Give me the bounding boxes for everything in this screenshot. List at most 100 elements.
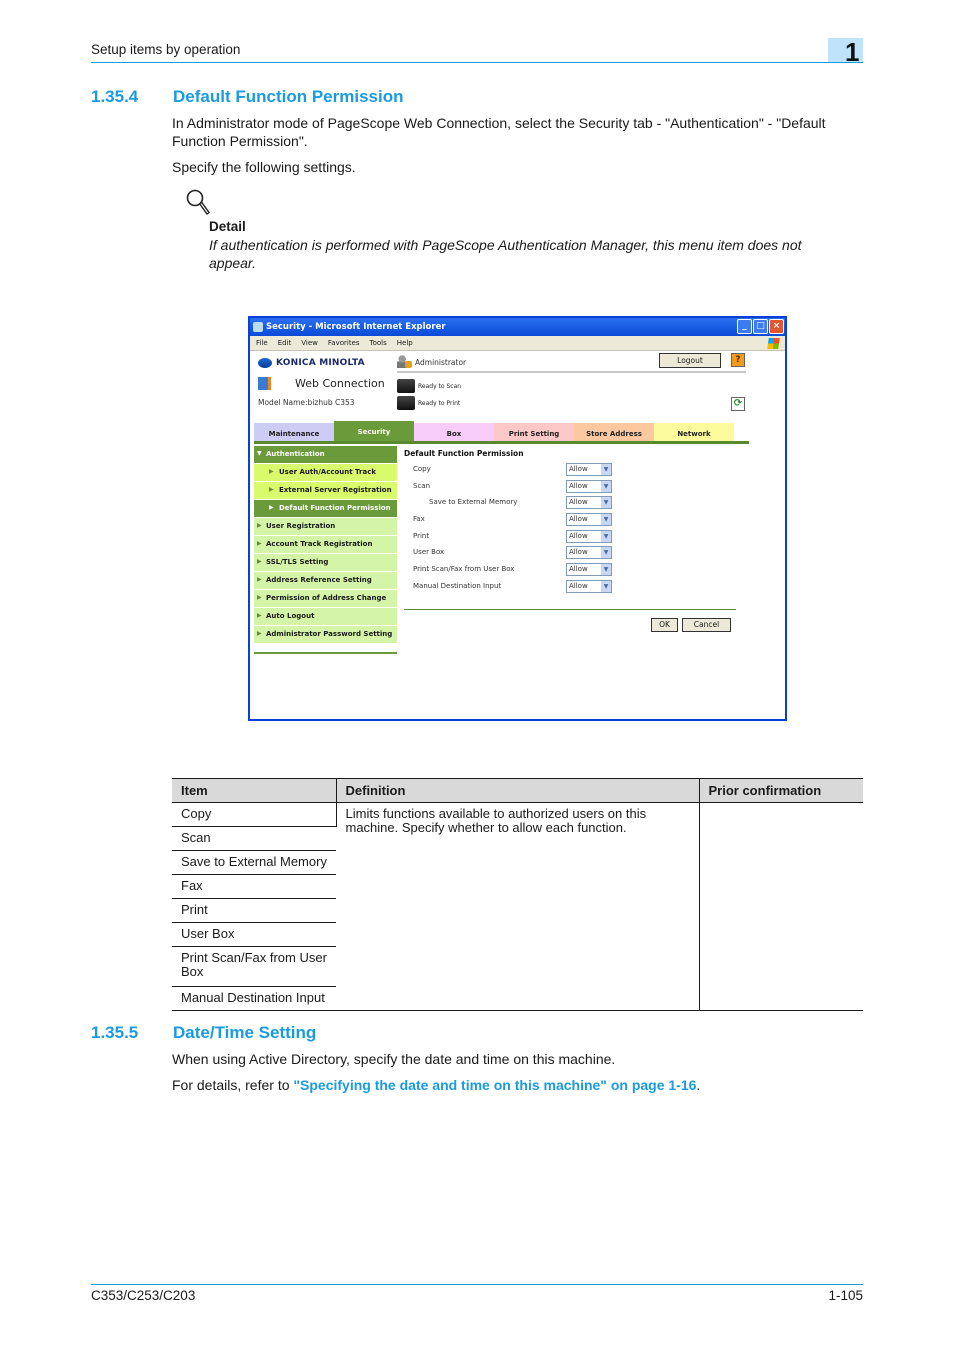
sidebar-item-account-track-registration[interactable]: ▶ Account Track Registration xyxy=(254,536,397,554)
section-number: 1.35.4 xyxy=(91,87,139,106)
print-status-text: Ready to Print xyxy=(418,399,461,407)
permission-row-fax: Fax Allow ▼ xyxy=(404,512,739,529)
save-to-external-memory-permission-select[interactable]: Allow ▼ xyxy=(566,496,612,510)
select-value: Allow xyxy=(569,581,588,590)
scan-status: Ready to Scan xyxy=(397,379,461,393)
tab-store-address[interactable]: Store Address xyxy=(574,423,654,443)
permission-row-print-scan-fax-from-user-box: Print Scan/Fax from User Box Allow ▼ xyxy=(404,562,739,579)
triangle-right-icon: ▶ xyxy=(269,504,274,511)
item-cell: Fax xyxy=(172,874,336,899)
tab-print-setting[interactable]: Print Setting xyxy=(494,423,574,443)
menu-tools[interactable]: Tools xyxy=(370,339,387,347)
sidebar-item-label: SSL/TLS Setting xyxy=(266,558,329,566)
item-cell: User Box xyxy=(172,922,336,947)
reference-prefix: For details, refer to xyxy=(172,1077,294,1093)
window-title: Security - Microsoft Internet Explorer xyxy=(266,322,446,332)
copy-permission-select[interactable]: Allow ▼ xyxy=(566,463,612,476)
sidebar-item-label: User Auth/Account Track xyxy=(279,468,377,476)
triangle-right-icon: ▶ xyxy=(257,612,262,619)
tab-network[interactable]: Network xyxy=(654,423,734,443)
sidebar-item-external-server-registration[interactable]: ▶ External Server Registration xyxy=(254,482,397,500)
reference-paragraph: For details, refer to "Specifying the da… xyxy=(172,1076,862,1094)
sidebar-item-ssl-tls-setting[interactable]: ▶ SSL/TLS Setting xyxy=(254,554,397,572)
sidebar-item-auto-logout[interactable]: ▶ Auto Logout xyxy=(254,608,397,626)
administrator-icon xyxy=(397,354,412,368)
printer-icon xyxy=(397,396,415,410)
user-box-permission-select[interactable]: Allow ▼ xyxy=(566,546,612,560)
scan-permission-select[interactable]: Allow ▼ xyxy=(566,479,612,493)
triangle-right-icon: ▶ xyxy=(257,576,262,583)
logout-button[interactable]: Logout xyxy=(659,353,721,368)
reference-suffix: . xyxy=(696,1077,701,1093)
permission-label: Print xyxy=(413,531,430,540)
sidebar-item-label: Authentication xyxy=(266,450,325,458)
sidebar-item-label: Address Reference Setting xyxy=(266,576,372,584)
menu-file[interactable]: File xyxy=(256,339,268,347)
running-header-title: Setup items by operation xyxy=(91,42,241,57)
administrator-label: Administrator xyxy=(415,358,467,367)
footer-model: C353/C253/C203 xyxy=(91,1288,196,1303)
menu-help[interactable]: Help xyxy=(397,339,413,347)
reference-link[interactable]: "Specifying the date and time on this ma… xyxy=(293,1077,696,1093)
tab-label: Print Setting xyxy=(508,430,560,438)
maximize-button[interactable]: □ xyxy=(753,319,768,334)
scan-status-text: Ready to Scan xyxy=(418,382,462,390)
intro-paragraph: In Administrator mode of PageScope Web C… xyxy=(172,115,826,149)
triangle-right-icon: ▶ xyxy=(269,486,274,493)
select-value: Allow xyxy=(569,498,588,507)
sidebar-item-administrator-password-setting[interactable]: ▶ Administrator Password Setting xyxy=(254,626,397,644)
item-cell: Print xyxy=(172,898,336,923)
sidebar-item-user-auth-account-track[interactable]: ▶ User Auth/Account Track xyxy=(254,464,397,482)
tab-security[interactable]: Security xyxy=(334,421,414,443)
sidebar-item-address-reference-setting[interactable]: ▶ Address Reference Setting xyxy=(254,572,397,590)
manual-destination-input-permission-select[interactable]: Allow ▼ xyxy=(566,579,612,593)
sidebar-item-default-function-permission[interactable]: ▶ Default Function Permission xyxy=(254,500,397,518)
prior-confirmation-cell xyxy=(699,802,863,1011)
sidebar-item-label: Permission of Address Change xyxy=(266,594,387,602)
triangle-down-icon: ▼ xyxy=(257,450,262,457)
help-icon[interactable]: ? xyxy=(731,353,745,367)
brand-name: KONICA MINOLTA xyxy=(276,358,365,368)
menu-edit[interactable]: Edit xyxy=(278,339,292,347)
sidebar-item-label: External Server Registration xyxy=(279,486,392,494)
ok-button[interactable]: OK xyxy=(651,618,678,632)
triangle-right-icon: ▶ xyxy=(257,522,262,529)
sidebar-item-authentication[interactable]: ▼ Authentication xyxy=(254,446,397,464)
instruction-paragraph: Specify the following settings. xyxy=(172,159,356,175)
pagescope-icon xyxy=(258,377,292,390)
triangle-right-icon: ▶ xyxy=(257,558,262,565)
sidebar-item-user-registration[interactable]: ▶ User Registration xyxy=(254,518,397,536)
section-title: Date/Time Setting xyxy=(173,1023,317,1042)
print-scan-fax-from-user-box-permission-select[interactable]: Allow ▼ xyxy=(566,563,612,577)
triangle-right-icon: ▶ xyxy=(257,540,262,547)
minimize-button[interactable]: _ xyxy=(737,319,752,334)
settings-table: Item Definition Prior confirmation Copy … xyxy=(172,778,863,1011)
permission-label: Fax xyxy=(413,515,425,524)
sidebar-item-label: Default Function Permission xyxy=(279,504,391,512)
menu-view[interactable]: View xyxy=(301,339,318,347)
permission-row-save-to-external-memory: Save to External Memory Allow ▼ xyxy=(404,495,739,512)
product-name: Web Connection xyxy=(295,377,385,390)
tab-maintenance[interactable]: Maintenance xyxy=(254,423,334,443)
item-cell: Save to External Memory xyxy=(172,850,336,875)
tab-box[interactable]: Box xyxy=(414,423,494,443)
sidebar-bottom-rule xyxy=(254,644,397,654)
print-permission-select[interactable]: Allow ▼ xyxy=(566,529,612,543)
chevron-down-icon: ▼ xyxy=(601,580,611,592)
konica-minolta-logo: KONICA MINOLTA xyxy=(258,358,365,368)
close-button[interactable]: × xyxy=(769,319,784,334)
sidebar-item-permission-of-address-change[interactable]: ▶ Permission of Address Change xyxy=(254,590,397,608)
ie-icon xyxy=(253,322,263,332)
panel-title: Default Function Permission xyxy=(404,449,524,458)
cancel-button[interactable]: Cancel xyxy=(682,618,731,632)
triangle-right-icon: ▶ xyxy=(257,630,262,637)
triangle-right-icon: ▶ xyxy=(269,468,274,475)
print-status: Ready to Print xyxy=(397,396,460,410)
refresh-icon[interactable]: ⟳ xyxy=(731,397,745,411)
running-footer: C353/C253/C203 1-105 xyxy=(91,1284,863,1303)
menu-favorites[interactable]: Favorites xyxy=(328,339,360,347)
fax-permission-select[interactable]: Allow ▼ xyxy=(566,513,612,527)
chapter-number: 1 xyxy=(845,37,860,67)
section-title: Default Function Permission xyxy=(173,87,404,106)
sidebar-item-label: Administrator Password Setting xyxy=(266,630,393,638)
